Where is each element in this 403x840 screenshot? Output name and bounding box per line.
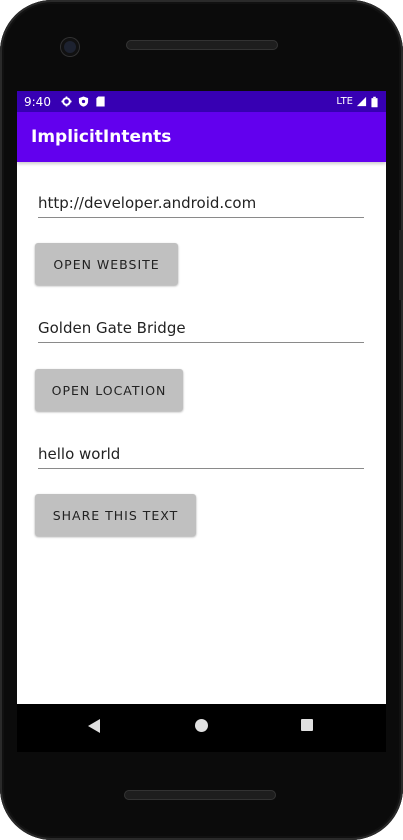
side-button: [399, 230, 403, 300]
bottom-speaker: [124, 790, 276, 800]
status-bar: 9:40 LTE: [17, 91, 386, 112]
signal-icon: [356, 96, 367, 107]
open-location-button[interactable]: OPEN LOCATION: [35, 369, 183, 411]
screen: 9:40 LTE ImplicitIntents http://develope…: [17, 91, 386, 704]
front-camera: [61, 38, 79, 56]
phone-frame: 9:40 LTE ImplicitIntents http://develope…: [0, 0, 403, 840]
app-bar: ImplicitIntents: [17, 112, 386, 162]
open-website-button[interactable]: OPEN WEBSITE: [35, 243, 178, 285]
home-icon[interactable]: [195, 719, 208, 732]
navigation-bar: [17, 704, 386, 752]
battery-icon: [371, 96, 378, 107]
share-text-input[interactable]: hello world: [38, 445, 364, 469]
sd-card-icon: [96, 96, 105, 107]
settings-icon: [61, 96, 72, 107]
share-text-button[interactable]: SHARE THIS TEXT: [35, 494, 196, 536]
recents-icon[interactable]: [301, 719, 313, 731]
top-speaker: [126, 40, 278, 50]
back-icon[interactable]: [88, 719, 100, 733]
app-title: ImplicitIntents: [31, 127, 172, 147]
network-type: LTE: [336, 96, 353, 107]
shield-icon: [78, 96, 89, 107]
location-input[interactable]: Golden Gate Bridge: [38, 319, 364, 343]
website-input[interactable]: http://developer.android.com: [38, 194, 364, 218]
status-time: 9:40: [24, 94, 51, 109]
